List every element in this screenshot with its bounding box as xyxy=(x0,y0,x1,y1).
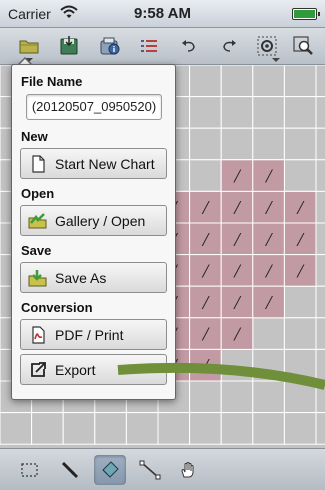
green-stroke-overlay xyxy=(117,362,325,390)
green-brush-stroke xyxy=(117,362,325,390)
app-screen: Carrier 9:58 AM / / / / / / / / / / / / … xyxy=(0,0,325,490)
